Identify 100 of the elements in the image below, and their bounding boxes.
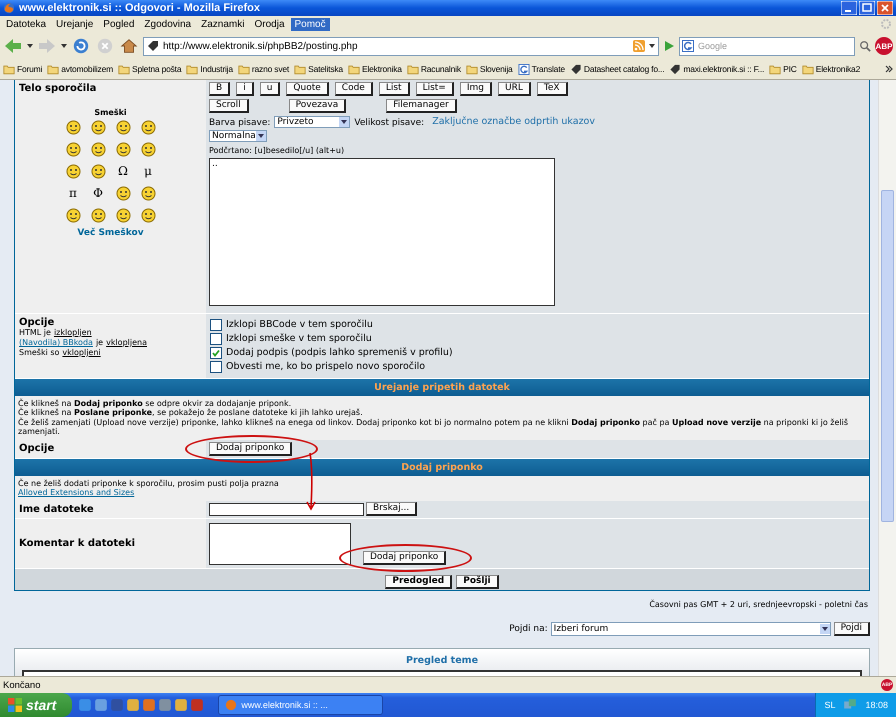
smiley-icon[interactable] bbox=[116, 208, 130, 223]
bookmark-item[interactable]: Slovenija bbox=[466, 64, 513, 75]
smiley-icon[interactable] bbox=[116, 142, 130, 157]
smiley-icon[interactable] bbox=[66, 142, 80, 157]
format-button[interactable]: Scroll bbox=[209, 98, 249, 113]
close-tags-link[interactable]: Zaključne označbe odprtih ukazov bbox=[432, 116, 595, 128]
reload-icon[interactable] bbox=[71, 37, 91, 56]
smiley-icon[interactable] bbox=[116, 120, 130, 135]
symbol-smiley[interactable]: Φ bbox=[93, 186, 103, 201]
help-link[interactable]: (Navodila) BBkoda bbox=[19, 338, 93, 348]
format-button[interactable]: Img bbox=[460, 82, 492, 96]
smiley-icon[interactable] bbox=[140, 142, 156, 157]
smiley-icon[interactable] bbox=[66, 120, 80, 135]
search-icon[interactable] bbox=[859, 40, 871, 52]
format-button[interactable]: List bbox=[378, 82, 410, 96]
scrollbar[interactable] bbox=[878, 80, 896, 676]
file-input[interactable] bbox=[209, 502, 364, 516]
format-button[interactable]: List= bbox=[416, 82, 454, 96]
bookmark-item[interactable]: Racunalnik bbox=[406, 64, 461, 75]
add-attachment-button[interactable]: Dodaj priponko bbox=[363, 550, 446, 565]
smiley-icon[interactable] bbox=[66, 164, 80, 179]
dropdown-icon[interactable] bbox=[256, 130, 266, 141]
status-link[interactable]: izklopljen bbox=[54, 328, 92, 338]
format-button[interactable]: u bbox=[260, 82, 280, 96]
symbol-smiley[interactable]: μ bbox=[144, 164, 152, 179]
status-link[interactable]: vklopljena bbox=[106, 338, 147, 348]
smiley-icon[interactable] bbox=[90, 208, 106, 223]
menu-item[interactable]: Pomoč bbox=[290, 18, 330, 31]
form-button[interactable]: Pošlji bbox=[456, 574, 499, 589]
bookmark-item[interactable]: Elektronika2 bbox=[802, 64, 860, 75]
smiley-icon[interactable] bbox=[116, 186, 130, 201]
dropdown-icon[interactable] bbox=[27, 44, 33, 48]
app-icon[interactable] bbox=[126, 698, 140, 712]
smiley-icon[interactable] bbox=[140, 120, 156, 135]
bookmark-item[interactable]: PIC bbox=[769, 64, 797, 75]
format-button[interactable]: i bbox=[236, 82, 254, 96]
minimize-icon[interactable] bbox=[841, 0, 857, 15]
smiley-icon[interactable] bbox=[140, 208, 156, 223]
adblock-button[interactable]: ABP bbox=[875, 37, 893, 56]
maximize-icon[interactable] bbox=[859, 0, 875, 15]
taskbar-window-button[interactable]: www.elektronik.si :: ... bbox=[218, 695, 384, 716]
bookmark-item[interactable]: maxi.elektronik.si :: F... bbox=[669, 64, 764, 75]
forum-select[interactable]: Izberi forum bbox=[550, 622, 831, 636]
smiley-icon[interactable] bbox=[140, 186, 156, 201]
symbol-smiley[interactable]: Ω bbox=[118, 164, 128, 179]
menu-item[interactable]: Urejanje bbox=[52, 18, 98, 31]
format-button[interactable]: Quote bbox=[286, 82, 329, 96]
close-icon[interactable] bbox=[877, 0, 893, 15]
bookmark-item[interactable]: Datasheet catalog fo... bbox=[570, 64, 664, 75]
bookmark-item[interactable]: avtomobilizem bbox=[47, 64, 113, 75]
dropdown-icon[interactable] bbox=[649, 44, 655, 48]
format-button[interactable]: Code bbox=[334, 82, 373, 96]
app-icon[interactable] bbox=[174, 698, 188, 712]
menu-item[interactable]: Datoteka bbox=[2, 18, 50, 31]
bookmark-item[interactable]: Industrija bbox=[186, 64, 233, 75]
format-button[interactable]: Filemanager bbox=[386, 98, 457, 113]
dropdown-icon[interactable] bbox=[61, 44, 67, 48]
bookmark-item[interactable]: razno svet bbox=[238, 64, 290, 75]
checkbox[interactable] bbox=[210, 360, 222, 373]
size-label: Velikost pisave: bbox=[354, 118, 424, 128]
size-select[interactable]: Normalna bbox=[209, 130, 267, 142]
menu-item[interactable]: Zaznamki bbox=[197, 18, 248, 31]
browse-button[interactable]: Brskaj... bbox=[366, 502, 418, 516]
start-button[interactable]: start bbox=[0, 693, 72, 717]
comment-textarea[interactable] bbox=[209, 522, 351, 565]
format-button[interactable]: TeX bbox=[536, 82, 568, 96]
smiley-icon[interactable] bbox=[90, 164, 106, 179]
smiley-icon[interactable] bbox=[90, 120, 106, 135]
bookmark-item[interactable]: Spletna pošta bbox=[118, 64, 182, 75]
bookmark-item[interactable]: Elektronika bbox=[348, 64, 402, 75]
smiley-icon[interactable] bbox=[66, 208, 80, 223]
dropdown-icon[interactable] bbox=[820, 624, 830, 634]
symbol-smiley[interactable]: π bbox=[69, 186, 77, 201]
go-icon[interactable] bbox=[663, 40, 675, 52]
status-link[interactable]: vklopljeni bbox=[62, 348, 101, 358]
bookmark-item[interactable]: Forumi bbox=[3, 64, 42, 75]
message-textarea[interactable]: .. bbox=[209, 158, 555, 306]
color-select[interactable]: Privzeto bbox=[274, 116, 350, 128]
format-button[interactable]: URL bbox=[498, 82, 531, 96]
google-icon[interactable] bbox=[682, 40, 694, 52]
add-attachment-button[interactable]: Dodaj priponko bbox=[209, 442, 292, 456]
go-button[interactable]: Pojdi bbox=[834, 622, 870, 636]
more-smilies-link[interactable]: Več Smeškov bbox=[77, 228, 144, 238]
extensions-link[interactable]: Alloved Extensions and Sizes bbox=[18, 488, 866, 498]
format-button[interactable]: B bbox=[209, 82, 230, 96]
url-field[interactable]: http://www.elektronik.si/phpBB2/posting.php bbox=[143, 36, 659, 56]
menu-item[interactable]: Zgodovina bbox=[140, 18, 196, 31]
chevron-icon[interactable] bbox=[885, 65, 893, 74]
format-button[interactable]: Povezava bbox=[288, 98, 346, 113]
menu-item[interactable]: Pogled bbox=[99, 18, 138, 31]
smiley-icon[interactable] bbox=[90, 142, 106, 157]
checkbox[interactable] bbox=[210, 346, 222, 359]
form-button[interactable]: Predogled bbox=[385, 574, 452, 589]
home-icon[interactable] bbox=[119, 37, 139, 56]
bookmark-item[interactable]: Satelitska bbox=[294, 64, 343, 75]
checkbox[interactable] bbox=[210, 332, 222, 345]
dropdown-icon[interactable] bbox=[339, 116, 350, 127]
menu-item[interactable]: Orodja bbox=[250, 18, 288, 31]
checkbox[interactable] bbox=[210, 318, 222, 331]
bookmark-item[interactable]: Translate bbox=[518, 64, 565, 75]
